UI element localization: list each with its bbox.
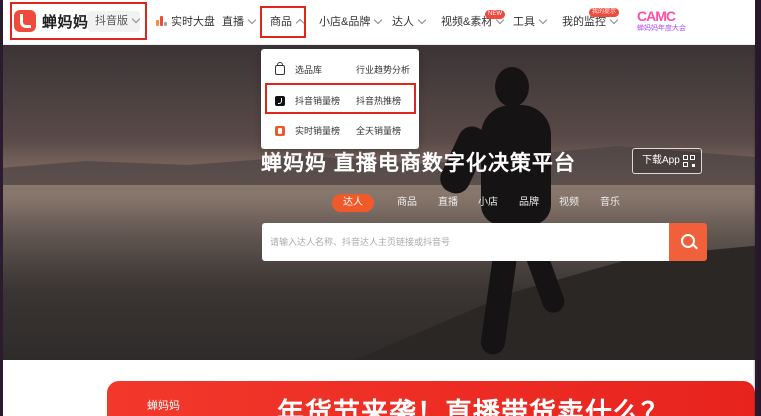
top-navbar: 蝉妈妈 抖音版 实时大盘 直播 商品 小店&品牌 达人 视频&素材 NEW 工具… [3,0,755,45]
nav-item-video-material[interactable]: 视频&素材 [441,0,505,44]
tab-video[interactable]: 视频 [559,194,579,212]
nav-item-label: 达人 [392,16,414,28]
brand-name[interactable]: 蝉妈妈 [42,11,89,32]
menu-item-allday-sales-rank[interactable]: 全天销量榜 [356,116,401,146]
chevron-down-icon [247,15,257,25]
hero-title: 蝉妈妈 直播电商数字化决策平台 [261,152,576,175]
nav-item-label: 直播 [222,16,244,28]
dropdown-row: 实时销量榜 全天销量榜 [261,116,419,146]
chevron-down-icon [374,15,383,25]
event-logo[interactable]: CAMC 蝉妈妈年度大会 [637,8,687,38]
nav-item-tools[interactable]: 工具 [513,0,548,44]
menu-item-industry-trends[interactable]: 行业趋势分析 [356,55,410,85]
tab-goods[interactable]: 商品 [397,194,417,212]
nav-item-label: 我的监控 [562,16,606,28]
nav-item-live[interactable]: 直播 [222,0,257,44]
monitor-badge: 我的提示 [589,8,620,17]
platform-select[interactable]: 抖音版 [88,11,141,32]
nav-item-label: 实时大盘 [171,16,215,28]
nav-item-realtime[interactable]: 实时大盘 [156,0,215,44]
nav-item-label: 视频&素材 [441,16,493,28]
event-logo-title: CAMC [637,8,676,24]
search-input[interactable] [262,223,662,261]
search-box [262,223,669,261]
chevron-down-icon [131,14,141,24]
bar-chart-icon [156,16,167,26]
chanmama-logo-icon[interactable] [14,10,36,32]
tab-brand[interactable]: 品牌 [519,194,539,212]
qr-code-icon [683,155,695,167]
event-logo-subtitle: 蝉妈妈年度大会 [637,25,686,32]
search-button[interactable] [669,223,707,261]
banner-headline: 年货节来袭！直播带货卖什么？ [277,398,669,416]
download-app-button[interactable]: 下载App [632,148,702,174]
chevron-down-icon [417,15,427,25]
bottom-section: 蝉妈妈 年货节来袭！直播带货卖什么？ [3,360,755,416]
bag-icon [275,62,285,75]
search-icon [681,234,695,248]
chevron-up-icon [295,18,305,28]
menu-item-product-library[interactable]: 选品库 [295,55,322,85]
chevron-down-icon [609,15,619,25]
nav-item-label: 工具 [513,16,535,28]
dropdown-highlight-box [265,83,416,114]
tab-shop[interactable]: 小店 [478,194,498,212]
nav-item-influencer[interactable]: 达人 [392,0,427,44]
chevron-down-icon [538,15,548,25]
nav-item-shop-brand[interactable]: 小店&品牌 [319,0,383,44]
new-badge: NEW [485,10,505,19]
runner-head [495,67,529,107]
promo-banner[interactable]: 蝉妈妈 年货节来袭！直播带货卖什么？ [107,381,755,416]
tab-influencer[interactable]: 达人 [332,194,374,212]
platform-select-value: 抖音版 [95,15,128,27]
banner-logo-text: 蝉妈妈 [147,400,180,412]
nav-item-goods[interactable]: 商品 [270,0,305,44]
tab-live[interactable]: 直播 [438,194,458,212]
nav-item-label: 商品 [270,16,292,28]
nav-item-label: 小店&品牌 [319,16,371,28]
window-edge [753,0,761,416]
download-app-label: 下载App [642,155,680,166]
realtime-icon [275,126,285,136]
dropdown-row: 选品库 行业趋势分析 [261,55,419,85]
nav-item-monitor[interactable]: 我的监控 [562,0,619,44]
tab-music[interactable]: 音乐 [600,194,620,212]
menu-item-realtime-sales-rank[interactable]: 实时销量榜 [295,116,340,146]
app-frame: 蝉妈妈 抖音版 实时大盘 直播 商品 小店&品牌 达人 视频&素材 NEW 工具… [3,0,755,416]
